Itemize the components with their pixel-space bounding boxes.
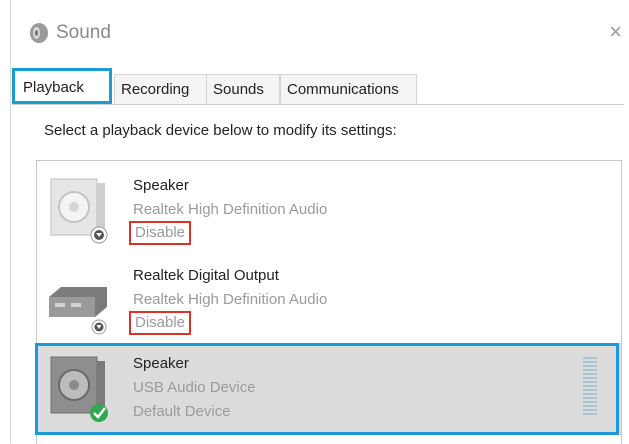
- close-button[interactable]: ×: [609, 18, 622, 46]
- list-item[interactable]: Realtek Digital Output Realtek High Defi…: [37, 255, 621, 345]
- device-status: Disable: [129, 221, 192, 245]
- device-driver: Realtek High Definition Audio: [133, 291, 328, 308]
- window-title: Sound: [56, 22, 111, 43]
- instruction-text: Select a playback device below to modify…: [44, 122, 397, 139]
- tab-playback[interactable]: Playback: [12, 68, 112, 104]
- speaker-device-icon: [50, 356, 108, 422]
- down-arrow-badge-icon: [90, 226, 108, 244]
- tab-divider: [12, 104, 624, 105]
- device-driver: Realtek High Definition Audio: [133, 201, 328, 218]
- tab-strip: Recording Sounds Communications Playback: [12, 68, 612, 104]
- playback-device-list[interactable]: Speaker Realtek High Definition Audio Di…: [35, 160, 622, 444]
- device-name: Speaker: [133, 177, 189, 194]
- selection-highlight: [35, 343, 619, 435]
- list-item-selected[interactable]: Speaker USB Audio Device Default Device: [35, 343, 621, 435]
- volume-meter: [583, 357, 597, 419]
- tab-sounds[interactable]: Sounds: [206, 74, 280, 104]
- digital-output-device-icon: [49, 287, 107, 335]
- sound-dialog: Sound × Recording Sounds Communications …: [0, 0, 629, 444]
- window-left-border: [10, 0, 11, 443]
- device-status: Disable: [129, 311, 192, 335]
- down-arrow-badge-icon: [91, 319, 107, 335]
- device-name: Speaker: [133, 355, 189, 372]
- device-driver: USB Audio Device: [133, 379, 256, 396]
- device-status: Default Device: [133, 403, 231, 420]
- speaker-icon: [30, 23, 48, 43]
- speaker-device-icon: [50, 178, 108, 244]
- title-bar: Sound ×: [12, 12, 622, 52]
- tab-recording[interactable]: Recording: [114, 74, 208, 104]
- list-item[interactable]: Speaker Realtek High Definition Audio Di…: [37, 165, 621, 255]
- green-check-badge-icon: [90, 404, 108, 422]
- device-name: Realtek Digital Output: [133, 267, 279, 284]
- tab-communications[interactable]: Communications: [280, 74, 417, 104]
